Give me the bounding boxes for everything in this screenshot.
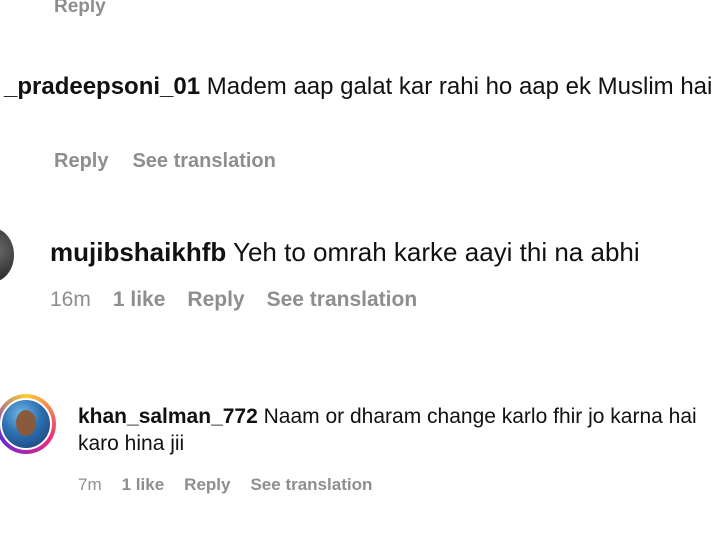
- comment-timestamp: 16m: [50, 288, 91, 311]
- comment-timestamp: 7m: [78, 475, 102, 494]
- see-translation-button[interactable]: See translation: [132, 150, 275, 173]
- comment-text: _pradeepsoni_01 Madem aap galat kar rahi…: [4, 72, 720, 102]
- comment-actions: 16m 1 like Reply See translation: [50, 288, 439, 312]
- see-translation-button[interactable]: See translation: [267, 288, 418, 312]
- reply-button[interactable]: Reply: [54, 0, 106, 18]
- comment-username[interactable]: mujibshaikhfb: [50, 237, 226, 267]
- see-translation-button[interactable]: See translation: [250, 475, 372, 495]
- likes-count[interactable]: 1 like: [113, 288, 166, 312]
- avatar-face: [16, 410, 36, 436]
- comment-text: mujibshaikhfb Yeh to omrah karke aayi th…: [50, 236, 640, 268]
- comment-username[interactable]: _pradeepsoni_01: [4, 73, 200, 100]
- likes-count[interactable]: 1 like: [122, 475, 165, 495]
- comment-body: Yeh to omrah karke aayi thi na abhi: [226, 237, 640, 267]
- reply-button[interactable]: Reply: [187, 288, 244, 312]
- avatar[interactable]: [0, 398, 52, 450]
- comment-body: Madem aap galat kar rahi ho aap ek Musli…: [200, 73, 713, 100]
- avatar[interactable]: [0, 228, 14, 282]
- comment-text: khan_salman_772 Naam or dharam change ka…: [78, 403, 718, 457]
- comment-actions: Reply See translation: [54, 150, 300, 173]
- reply-button[interactable]: Reply: [184, 475, 230, 495]
- reply-button[interactable]: Reply: [54, 150, 108, 173]
- comment-actions: 7m 1 like Reply See translation: [78, 475, 392, 495]
- comment-username[interactable]: khan_salman_772: [78, 405, 258, 428]
